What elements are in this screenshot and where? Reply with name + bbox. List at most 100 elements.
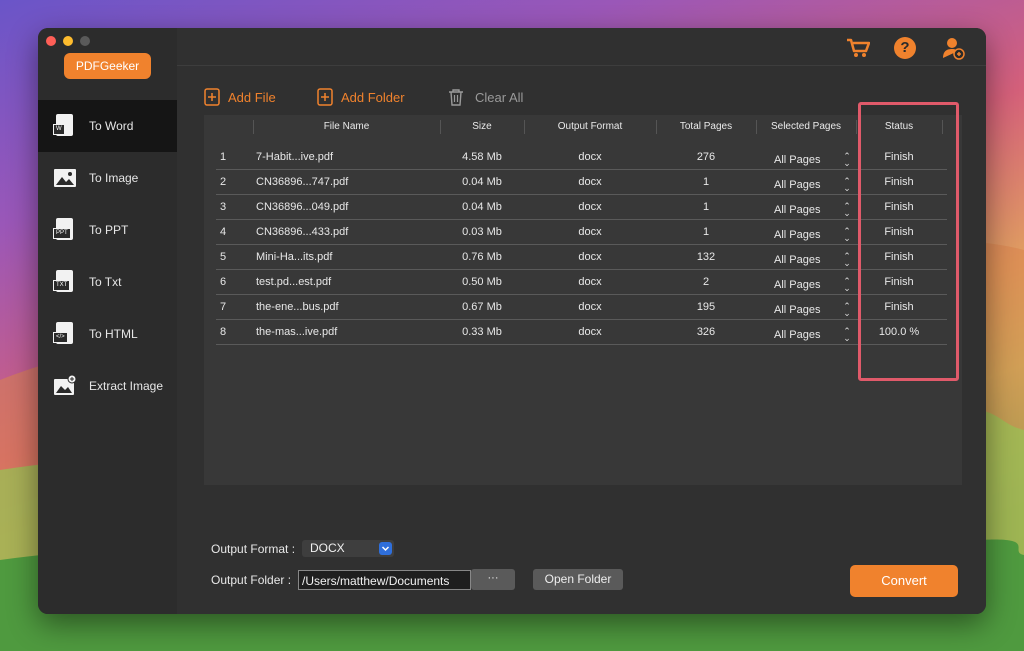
add-folder-button[interactable]: Add Folder [317, 88, 405, 106]
sidebar: PDFGeeker W To Word To Image PPT To PPT … [38, 28, 177, 614]
total-pages-cell: 195 [696, 301, 716, 313]
add-file-icon [204, 88, 220, 106]
updown-chevron-icon[interactable]: ⌃ ⌄ [843, 202, 851, 218]
table-header: File Name Size Output Format Total Pages… [204, 115, 962, 139]
selected-pages-select[interactable]: All Pages [774, 154, 820, 166]
sidebar-item-to-txt[interactable]: TXT To Txt [38, 256, 177, 308]
column-header-size[interactable]: Size [440, 115, 524, 139]
trash-icon [449, 89, 463, 106]
size-cell: 0.76 Mb [462, 251, 502, 263]
size-cell: 0.03 Mb [462, 226, 502, 238]
output-folder-field[interactable]: /Users/matthew/Documents [298, 570, 471, 590]
sidebar-item-label: To Image [89, 171, 139, 185]
help-icon[interactable]: ? [894, 37, 916, 59]
updown-chevron-icon[interactable]: ⌃ ⌄ [843, 177, 851, 193]
extract-image-icon [53, 374, 77, 398]
file-name-cell: CN36896...747.pdf [256, 176, 349, 188]
output-format-cell: docx [578, 276, 602, 288]
output-format-cell: docx [578, 176, 602, 188]
cart-icon[interactable] [846, 37, 871, 59]
sidebar-item-label: To Word [89, 119, 134, 133]
row-number: 5 [220, 251, 227, 263]
account-icon[interactable] [942, 36, 966, 60]
updown-chevron-icon[interactable]: ⌃ ⌄ [843, 152, 851, 168]
browse-folder-button[interactable]: ··· [471, 569, 515, 590]
table-row[interactable]: 3 CN36896...049.pdf 0.04 Mb docx 1 Finish All … [216, 195, 947, 220]
total-pages-cell: 326 [696, 326, 716, 338]
output-format-cell: docx [578, 151, 602, 163]
open-folder-button[interactable]: Open Folder [533, 569, 623, 590]
selected-pages-select[interactable]: All Pages [774, 304, 820, 316]
minimize-window-button[interactable] [63, 36, 73, 46]
table-row[interactable]: 8 the-mas...ive.pdf 0.33 Mb docx 326 100.0 % A… [216, 320, 947, 345]
status-column-highlight [858, 102, 959, 381]
size-cell: 0.67 Mb [462, 301, 502, 313]
selected-pages-select[interactable]: All Pages [774, 204, 820, 216]
txt-doc-icon: TXT [53, 270, 77, 294]
image-icon [53, 166, 77, 190]
table-row[interactable]: 4 CN36896...433.pdf 0.03 Mb docx 1 Finish All … [216, 220, 947, 245]
chevron-down-icon [379, 542, 392, 555]
updown-chevron-icon[interactable]: ⌃ ⌄ [843, 277, 851, 293]
sidebar-item-to-html[interactable]: </> To HTML [38, 308, 177, 360]
column-header-selected-pages[interactable]: Selected Pages [756, 115, 856, 139]
total-pages-cell: 2 [702, 276, 710, 288]
updown-chevron-icon[interactable]: ⌃ ⌄ [843, 227, 851, 243]
output-format-select[interactable]: DOCX [302, 540, 394, 557]
sidebar-item-label: To PPT [89, 223, 129, 237]
file-table: File Name Size Output Format Total Pages… [204, 115, 962, 485]
updown-chevron-icon[interactable]: ⌃ ⌄ [843, 252, 851, 268]
total-pages-cell: 1 [702, 201, 710, 213]
total-pages-cell: 132 [696, 251, 716, 263]
sidebar-item-to-image[interactable]: To Image [38, 152, 177, 204]
size-cell: 0.50 Mb [462, 276, 502, 288]
selected-pages-select[interactable]: All Pages [774, 279, 820, 291]
selected-pages-select[interactable]: All Pages [774, 229, 820, 241]
output-format-value: DOCX [310, 541, 345, 555]
updown-chevron-icon[interactable]: ⌃ ⌄ [843, 302, 851, 318]
add-file-button[interactable]: Add File [204, 88, 276, 106]
app-window: PDFGeeker W To Word To Image PPT To PPT … [38, 28, 986, 614]
selected-pages-select[interactable]: All Pages [774, 329, 820, 341]
output-folder-label: Output Folder : [211, 573, 292, 587]
convert-button[interactable]: Convert [850, 565, 958, 597]
close-window-button[interactable] [46, 36, 56, 46]
file-name-cell: 7-Habit...ive.pdf [256, 151, 334, 163]
row-number: 2 [220, 176, 227, 188]
total-pages-cell: 1 [702, 176, 710, 188]
file-name-cell: test.pd...est.pdf [256, 276, 332, 288]
output-format-cell: docx [578, 301, 602, 313]
sidebar-item-label: To HTML [89, 327, 138, 341]
column-header-file-name[interactable]: File Name [253, 115, 440, 139]
sidebar-item-to-ppt[interactable]: PPT To PPT [38, 204, 177, 256]
table-row[interactable]: 5 Mini-Ha...its.pdf 0.76 Mb docx 132 Finish Al… [216, 245, 947, 270]
column-header-output-format[interactable]: Output Format [524, 115, 656, 139]
add-file-label: Add File [228, 89, 276, 105]
table-row[interactable]: 7 the-ene...bus.pdf 0.67 Mb docx 195 Finish Al… [216, 295, 947, 320]
row-number: 7 [220, 301, 227, 313]
size-cell: 4.58 Mb [462, 151, 502, 163]
clear-all-button[interactable]: Clear All [448, 88, 523, 106]
file-name-cell: Mini-Ha...its.pdf [256, 251, 333, 263]
updown-chevron-icon[interactable]: ⌃ ⌄ [843, 327, 851, 343]
sidebar-item-to-word[interactable]: W To Word [38, 100, 177, 152]
row-number: 8 [220, 326, 227, 338]
selected-pages-select[interactable]: All Pages [774, 254, 820, 266]
file-name-cell: CN36896...049.pdf [256, 201, 349, 213]
output-format-label: Output Format : [211, 542, 296, 556]
column-header-total-pages[interactable]: Total Pages [656, 115, 756, 139]
total-pages-cell: 276 [696, 151, 716, 163]
html-doc-icon: </> [53, 322, 77, 346]
size-cell: 0.04 Mb [462, 201, 502, 213]
table-row[interactable]: 6 test.pd...est.pdf 0.50 Mb docx 2 Finish All … [216, 270, 947, 295]
sidebar-item-extract-image[interactable]: Extract Image [38, 360, 177, 412]
selected-pages-select[interactable]: All Pages [774, 179, 820, 191]
table-row[interactable]: 2 CN36896...747.pdf 0.04 Mb docx 1 Finish All … [216, 170, 947, 195]
size-cell: 0.33 Mb [462, 326, 502, 338]
size-cell: 0.04 Mb [462, 176, 502, 188]
word-doc-icon: W [53, 114, 77, 138]
add-folder-icon [317, 88, 333, 106]
zoom-window-button[interactable] [80, 36, 90, 46]
row-number: 3 [220, 201, 227, 213]
table-row[interactable]: 1 7-Habit...ive.pdf 4.58 Mb docx 276 Finish Al… [216, 145, 947, 170]
